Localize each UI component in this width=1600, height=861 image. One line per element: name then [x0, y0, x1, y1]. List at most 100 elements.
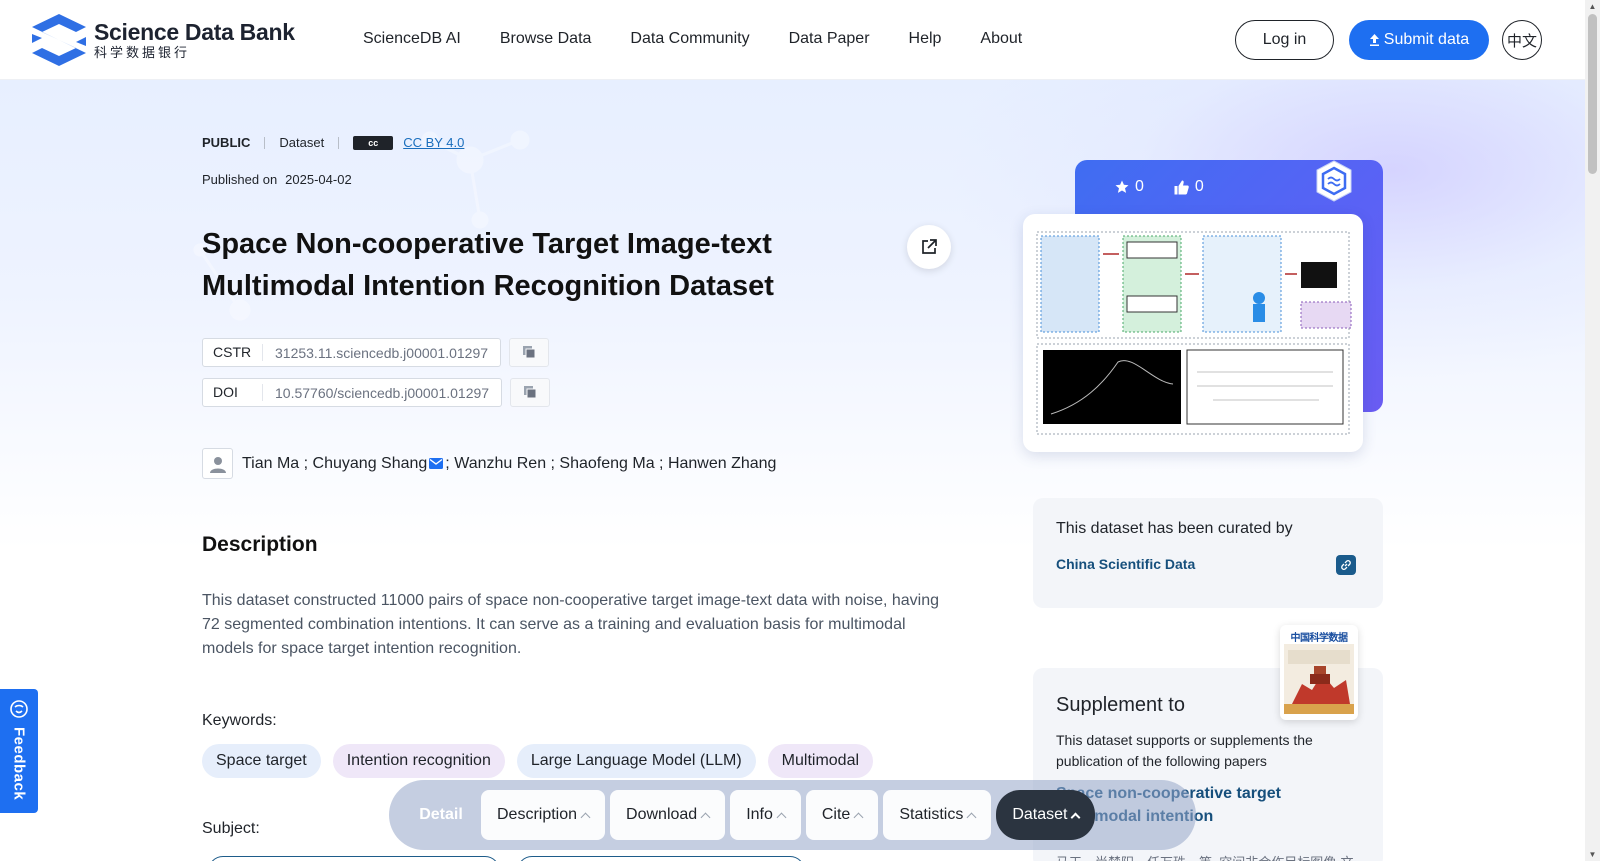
keyword-tag[interactable]: Space target	[202, 744, 321, 778]
star-icon	[1115, 180, 1129, 193]
nav-data-paper[interactable]: Data Paper	[789, 30, 870, 48]
curated-text: This dataset has been curated by	[1056, 520, 1293, 537]
feedback-icon	[10, 700, 28, 718]
login-button[interactable]: Log in	[1235, 20, 1334, 60]
copy-icon	[522, 346, 536, 359]
doi-label: DOI	[203, 384, 263, 401]
star-count-value: 0	[1135, 178, 1144, 195]
like-count[interactable]: 0	[1174, 178, 1204, 196]
author-avatar-icon	[202, 448, 233, 479]
cstr-field: CSTR 31253.11.sciencedb.j00001.01297	[202, 338, 502, 367]
subject-tag[interactable]	[517, 856, 805, 861]
journal-cover-image[interactable]: 中国科学数据	[1280, 625, 1358, 720]
top-header: Science Data Bank 科学数据银行 ScienceDB AI Br…	[0, 0, 1585, 80]
authors-list-part2[interactable]: ; Wanzhu Ren ; Shaofeng Ma ; Hanwen Zhan…	[445, 455, 776, 473]
nav-sciencedb-ai[interactable]: ScienceDB AI	[363, 30, 461, 48]
copy-doi-button[interactable]	[510, 378, 551, 407]
dataset-title: Space Non-cooperative Target Image-text …	[202, 228, 774, 302]
like-count-value: 0	[1194, 178, 1204, 195]
tab-dataset[interactable]: Dataset	[996, 790, 1096, 840]
dataset-meta-row: PUBLIC Dataset cc CC BY 4.0	[202, 135, 464, 150]
language-toggle[interactable]: 中文	[1502, 20, 1542, 60]
external-link-icon	[922, 239, 937, 254]
description-heading: Description	[202, 533, 318, 556]
share-button[interactable]	[907, 225, 951, 269]
scroll-up-arrow-icon[interactable]: ▲	[1588, 2, 1597, 11]
submit-data-button[interactable]: Submit data	[1349, 20, 1489, 60]
thumbs-up-icon	[1174, 180, 1189, 194]
preview-diagram-graphic	[1036, 231, 1352, 435]
subject-tag[interactable]	[208, 856, 500, 861]
subject-label: Subject:	[202, 820, 260, 837]
visibility-label: PUBLIC	[202, 135, 251, 150]
verified-badge-icon	[1316, 160, 1352, 202]
section-tab-bar: Detail Description Download Info Cite St…	[389, 780, 1196, 850]
authors-list-part1[interactable]: Tian Ma ; Chuyang Shang	[242, 455, 427, 473]
nav-data-community[interactable]: Data Community	[630, 30, 749, 48]
tab-info[interactable]: Info	[730, 790, 801, 840]
tab-description-label: Description	[497, 806, 578, 823]
keywords-label: Keywords:	[202, 712, 277, 729]
chevron-up-icon	[580, 812, 591, 822]
page-scrollbar[interactable]: ▲ ▼	[1585, 0, 1600, 861]
copy-cstr-button[interactable]	[509, 338, 550, 367]
chevron-up-icon	[966, 812, 977, 822]
link-icon	[1341, 559, 1351, 571]
star-count[interactable]: 0	[1115, 178, 1144, 196]
tab-download-label: Download	[626, 806, 698, 823]
doi-value: 10.57760/sciencedb.j00001.01297	[275, 384, 490, 401]
doi-field: DOI 10.57760/sciencedb.j00001.01297	[202, 378, 503, 407]
supplement-text: This dataset supports or supplements the…	[1056, 732, 1313, 769]
scrollbar-thumb[interactable]	[1588, 14, 1597, 174]
authors-row: Tian Ma ; Chuyang Shang ; Wanzhu Ren ; S…	[202, 448, 776, 479]
journal-cover-art	[1284, 644, 1354, 714]
supplement-paper-authors: 马天，尚楚阳，任万珠，等. 空间非合作目标图像-文	[1056, 852, 1356, 861]
published-value: 2025-04-02	[285, 172, 352, 187]
chevron-up-icon	[776, 812, 787, 822]
curated-card: This dataset has been curated by China S…	[1033, 498, 1383, 608]
logo-title-cn: 科学数据银行	[94, 45, 191, 60]
tab-description[interactable]: Description	[481, 790, 606, 840]
chevron-up-icon	[853, 812, 864, 822]
cc-license-icon: cc	[353, 135, 394, 150]
curated-link-button[interactable]	[1336, 555, 1356, 575]
cstr-label: CSTR	[203, 344, 263, 361]
keywords-list: Space target Intention recognition Large…	[202, 744, 874, 778]
chevron-up-icon	[700, 812, 711, 822]
dataset-preview-image[interactable]	[1023, 214, 1363, 452]
curated-org-link[interactable]: China Scientific Data	[1056, 556, 1195, 572]
keyword-tag[interactable]: Multimodal	[767, 744, 874, 778]
scroll-down-arrow-icon[interactable]: ▼	[1588, 850, 1597, 859]
tab-dataset-label: Dataset	[1012, 806, 1068, 823]
nav-browse-data[interactable]: Browse Data	[500, 30, 592, 48]
submit-data-label: Submit data	[1383, 31, 1470, 48]
copy-icon	[523, 386, 537, 399]
nav-about[interactable]: About	[980, 30, 1022, 48]
keyword-tag[interactable]: Large Language Model (LLM)	[516, 744, 756, 778]
description-text: This dataset constructed 11000 pairs of …	[202, 592, 940, 657]
nav-help[interactable]: Help	[909, 30, 942, 48]
keyword-tag[interactable]: Intention recognition	[332, 744, 505, 778]
logo-title-en: Science Data Bank	[94, 19, 295, 45]
supplement-title: Supplement to	[1056, 694, 1185, 716]
tab-download[interactable]: Download	[610, 790, 726, 840]
cstr-value: 31253.11.sciencedb.j00001.01297	[275, 344, 489, 361]
tab-cite-label: Cite	[821, 806, 851, 823]
tab-statistics-label: Statistics	[899, 806, 964, 823]
divider	[338, 136, 340, 149]
tab-detail-label: Detail	[419, 806, 463, 823]
feedback-tab[interactable]: Feedback	[0, 689, 38, 813]
license-link[interactable]: CC BY 4.0	[403, 135, 464, 150]
upload-icon	[1369, 34, 1379, 46]
tab-statistics[interactable]: Statistics	[883, 790, 992, 840]
doi-row: DOI 10.57760/sciencedb.j00001.01297	[202, 378, 551, 407]
dataset-type-label: Dataset	[279, 135, 325, 150]
chevron-up-icon	[1071, 812, 1081, 822]
tab-info-label: Info	[746, 806, 773, 823]
dataset-stats: 0 0	[1115, 178, 1204, 196]
tab-cite[interactable]: Cite	[805, 790, 879, 840]
email-icon[interactable]	[429, 458, 444, 469]
divider	[264, 136, 266, 149]
site-logo[interactable]: Science Data Bank 科学数据银行	[30, 12, 295, 68]
journal-cover-title: 中国科学数据	[1290, 633, 1349, 644]
